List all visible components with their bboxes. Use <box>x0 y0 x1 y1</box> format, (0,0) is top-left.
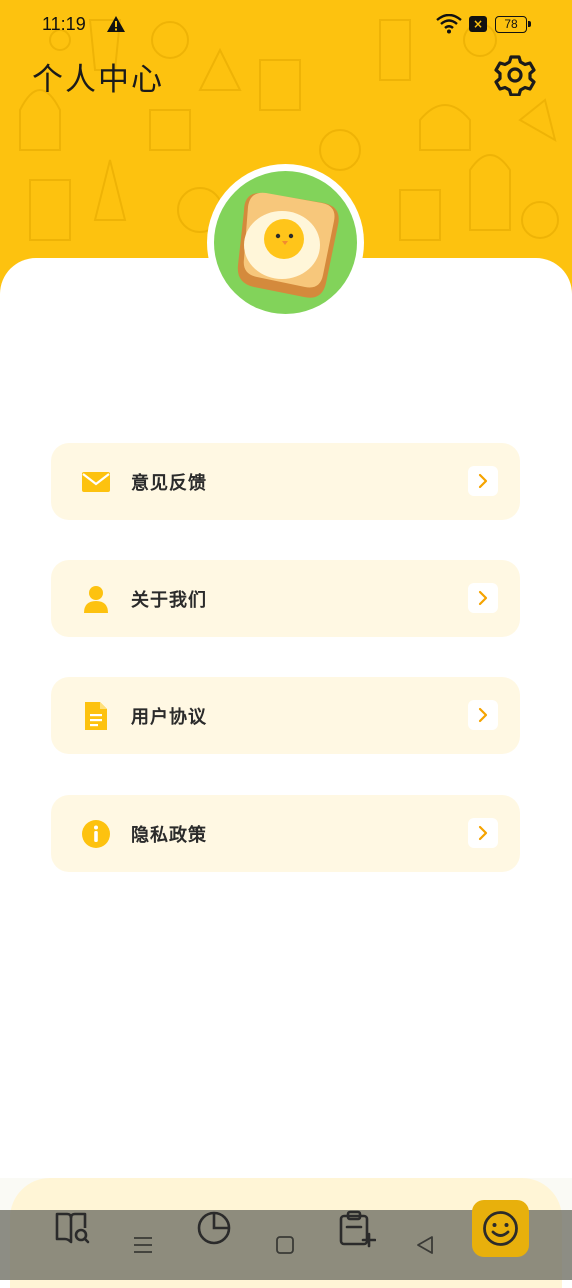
tab-profile-active[interactable] <box>472 1200 529 1257</box>
menu-nav-icon[interactable] <box>132 1234 154 1256</box>
book-search-icon <box>55 1212 90 1244</box>
menu-item-privacy-policy[interactable]: 隐私政策 <box>51 795 520 872</box>
home-nav-icon[interactable] <box>274 1234 296 1256</box>
tab-book-search[interactable] <box>54 1210 90 1246</box>
battery-icon: 78 <box>495 16 531 33</box>
menu-item-label: 用户协议 <box>131 707 207 728</box>
pie-chart-icon <box>197 1211 231 1245</box>
no-sim-icon: × <box>469 16 487 32</box>
menu-item-label: 意见反馈 <box>131 473 207 494</box>
info-icon <box>82 820 110 848</box>
warning-icon <box>107 16 125 32</box>
chevron-right-icon <box>468 466 498 496</box>
wifi-icon <box>436 14 462 34</box>
menu-item-user-agreement[interactable]: 用户协议 <box>51 677 520 754</box>
page-title: 个人中心 <box>32 62 164 98</box>
clipboard-add-icon <box>339 1210 376 1248</box>
chevron-right-icon <box>468 583 498 613</box>
back-nav-icon[interactable] <box>414 1234 436 1256</box>
avatar[interactable] <box>214 171 357 314</box>
gear-icon[interactable] <box>494 54 536 96</box>
chevron-right-icon <box>468 818 498 848</box>
menu-item-label: 隐私政策 <box>131 825 207 846</box>
content-card <box>0 258 572 1280</box>
status-time: 11:19 <box>42 14 86 34</box>
smile-icon <box>483 1211 518 1246</box>
mail-icon <box>82 472 110 492</box>
menu-item-label: 关于我们 <box>131 590 207 611</box>
chevron-right-icon <box>468 700 498 730</box>
document-icon <box>85 702 107 730</box>
person-icon <box>84 586 108 613</box>
egg-toast-avatar <box>237 192 339 298</box>
status-bar: 11:19 × 78 <box>0 0 572 50</box>
tab-statistics[interactable] <box>196 1210 232 1246</box>
menu-item-about-us[interactable]: 关于我们 <box>51 560 520 637</box>
tab-add-record[interactable] <box>338 1210 376 1248</box>
menu-item-feedback[interactable]: 意见反馈 <box>51 443 520 520</box>
